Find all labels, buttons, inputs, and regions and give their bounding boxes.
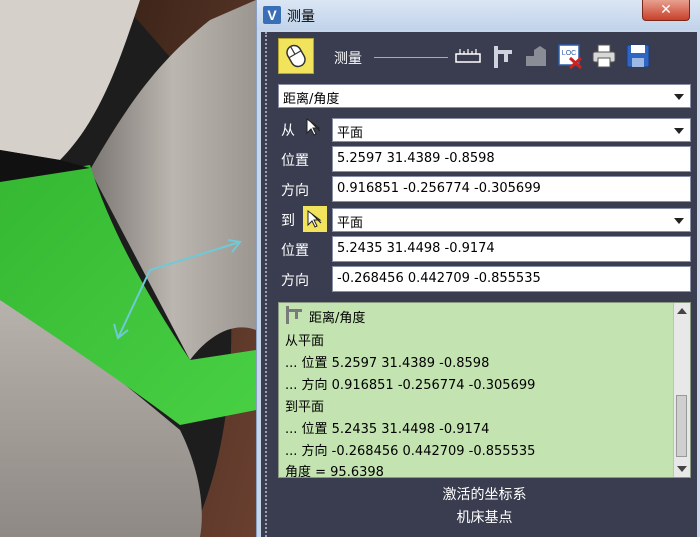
part-icon[interactable] <box>522 42 550 70</box>
output-line: ... 方向 0.916851 -0.256774 -0.305699 <box>285 378 536 393</box>
to-direction-field[interactable]: -0.268456 0.442709 -0.855535 <box>332 266 691 292</box>
to-type-select[interactable]: 平面 <box>332 208 691 232</box>
from-direction-label: 方向 <box>281 183 309 199</box>
to-direction-value: -0.268456 0.442709 -0.855535 <box>337 271 541 286</box>
mouse-icon <box>286 44 306 68</box>
output-line: ... 位置 5.2597 31.4389 -0.8598 <box>285 356 490 371</box>
close-button[interactable]: ✕ <box>642 0 690 21</box>
from-label: 从 <box>281 123 295 139</box>
to-position-value: 5.2435 31.4498 -0.9174 <box>337 241 495 256</box>
mode-select-value: 距离/角度 <box>283 92 340 107</box>
title-bar: V 测量 ✕ <box>257 0 700 30</box>
mouse-pick-button[interactable] <box>278 38 314 74</box>
scroll-up-icon[interactable] <box>677 308 687 314</box>
from-type-select[interactable]: 平面 <box>332 118 691 142</box>
output-scrollbar[interactable] <box>673 303 690 477</box>
measure-window: V 测量 ✕ 测量 LOC 距离/角度 从 平面 位置 5.2597 31.43… <box>256 0 700 537</box>
chevron-down-icon <box>674 94 684 100</box>
from-position-label: 位置 <box>281 153 309 169</box>
scroll-down-icon[interactable] <box>677 466 687 472</box>
app-logo-icon: V <box>263 6 281 24</box>
to-position-label: 位置 <box>281 243 309 259</box>
to-label: 到 <box>281 213 295 229</box>
dock-grip[interactable] <box>265 32 267 537</box>
from-direction-field[interactable]: 0.916851 -0.256774 -0.305699 <box>332 176 691 202</box>
chevron-down-icon <box>674 218 684 224</box>
to-pick-button[interactable] <box>303 206 327 232</box>
save-icon[interactable] <box>624 42 652 70</box>
from-position-field[interactable]: 5.2597 31.4389 -0.8598 <box>332 146 691 172</box>
scroll-thumb[interactable] <box>676 395 687 457</box>
from-position-value: 5.2597 31.4389 -0.8598 <box>337 151 495 166</box>
angle-result: 角度 = 95.6398 <box>285 465 384 480</box>
active-coordinate-system-label: 激活的坐标系 <box>442 487 527 503</box>
to-type-value: 平面 <box>337 216 364 231</box>
loc-text: LOC <box>562 50 576 57</box>
output-line: 从平面 <box>285 334 325 349</box>
measure-output[interactable]: 距离/角度 从平面 ... 位置 5.2597 31.4389 -0.8598 … <box>278 302 691 480</box>
loc-delete-icon[interactable]: LOC <box>556 42 584 70</box>
measure-panel: 测量 LOC 距离/角度 从 平面 位置 5.2597 31.4389 -0.8… <box>261 32 697 537</box>
toolbar: 测量 LOC <box>278 36 691 76</box>
output-line: ... 方向 -0.268456 0.442709 -0.855535 <box>285 444 536 459</box>
ruler-icon[interactable] <box>454 42 482 70</box>
coordinate-system-value[interactable]: 机床基点 <box>278 507 691 527</box>
output-heading: 距离/角度 <box>309 311 366 326</box>
from-direction-value: 0.916851 -0.256774 -0.305699 <box>337 181 541 196</box>
to-position-field[interactable]: 5.2435 31.4498 -0.9174 <box>332 236 691 262</box>
caliper-icon[interactable] <box>488 42 516 70</box>
toolbar-separator <box>374 57 448 58</box>
to-direction-label: 方向 <box>281 273 309 289</box>
mode-select[interactable]: 距离/角度 <box>278 84 691 108</box>
output-line: ... 位置 5.2435 31.4498 -0.9174 <box>285 422 490 437</box>
chevron-down-icon <box>674 128 684 134</box>
printer-icon[interactable] <box>590 42 618 70</box>
output-line: 到平面 <box>285 400 325 415</box>
window-title: 测量 <box>287 9 315 25</box>
from-type-value: 平面 <box>337 126 364 141</box>
toolbar-label: 测量 <box>334 51 362 67</box>
caliper-icon <box>286 306 302 324</box>
to-pick-pointer-icon <box>307 210 322 228</box>
from-pick-pointer-icon[interactable] <box>303 116 325 138</box>
